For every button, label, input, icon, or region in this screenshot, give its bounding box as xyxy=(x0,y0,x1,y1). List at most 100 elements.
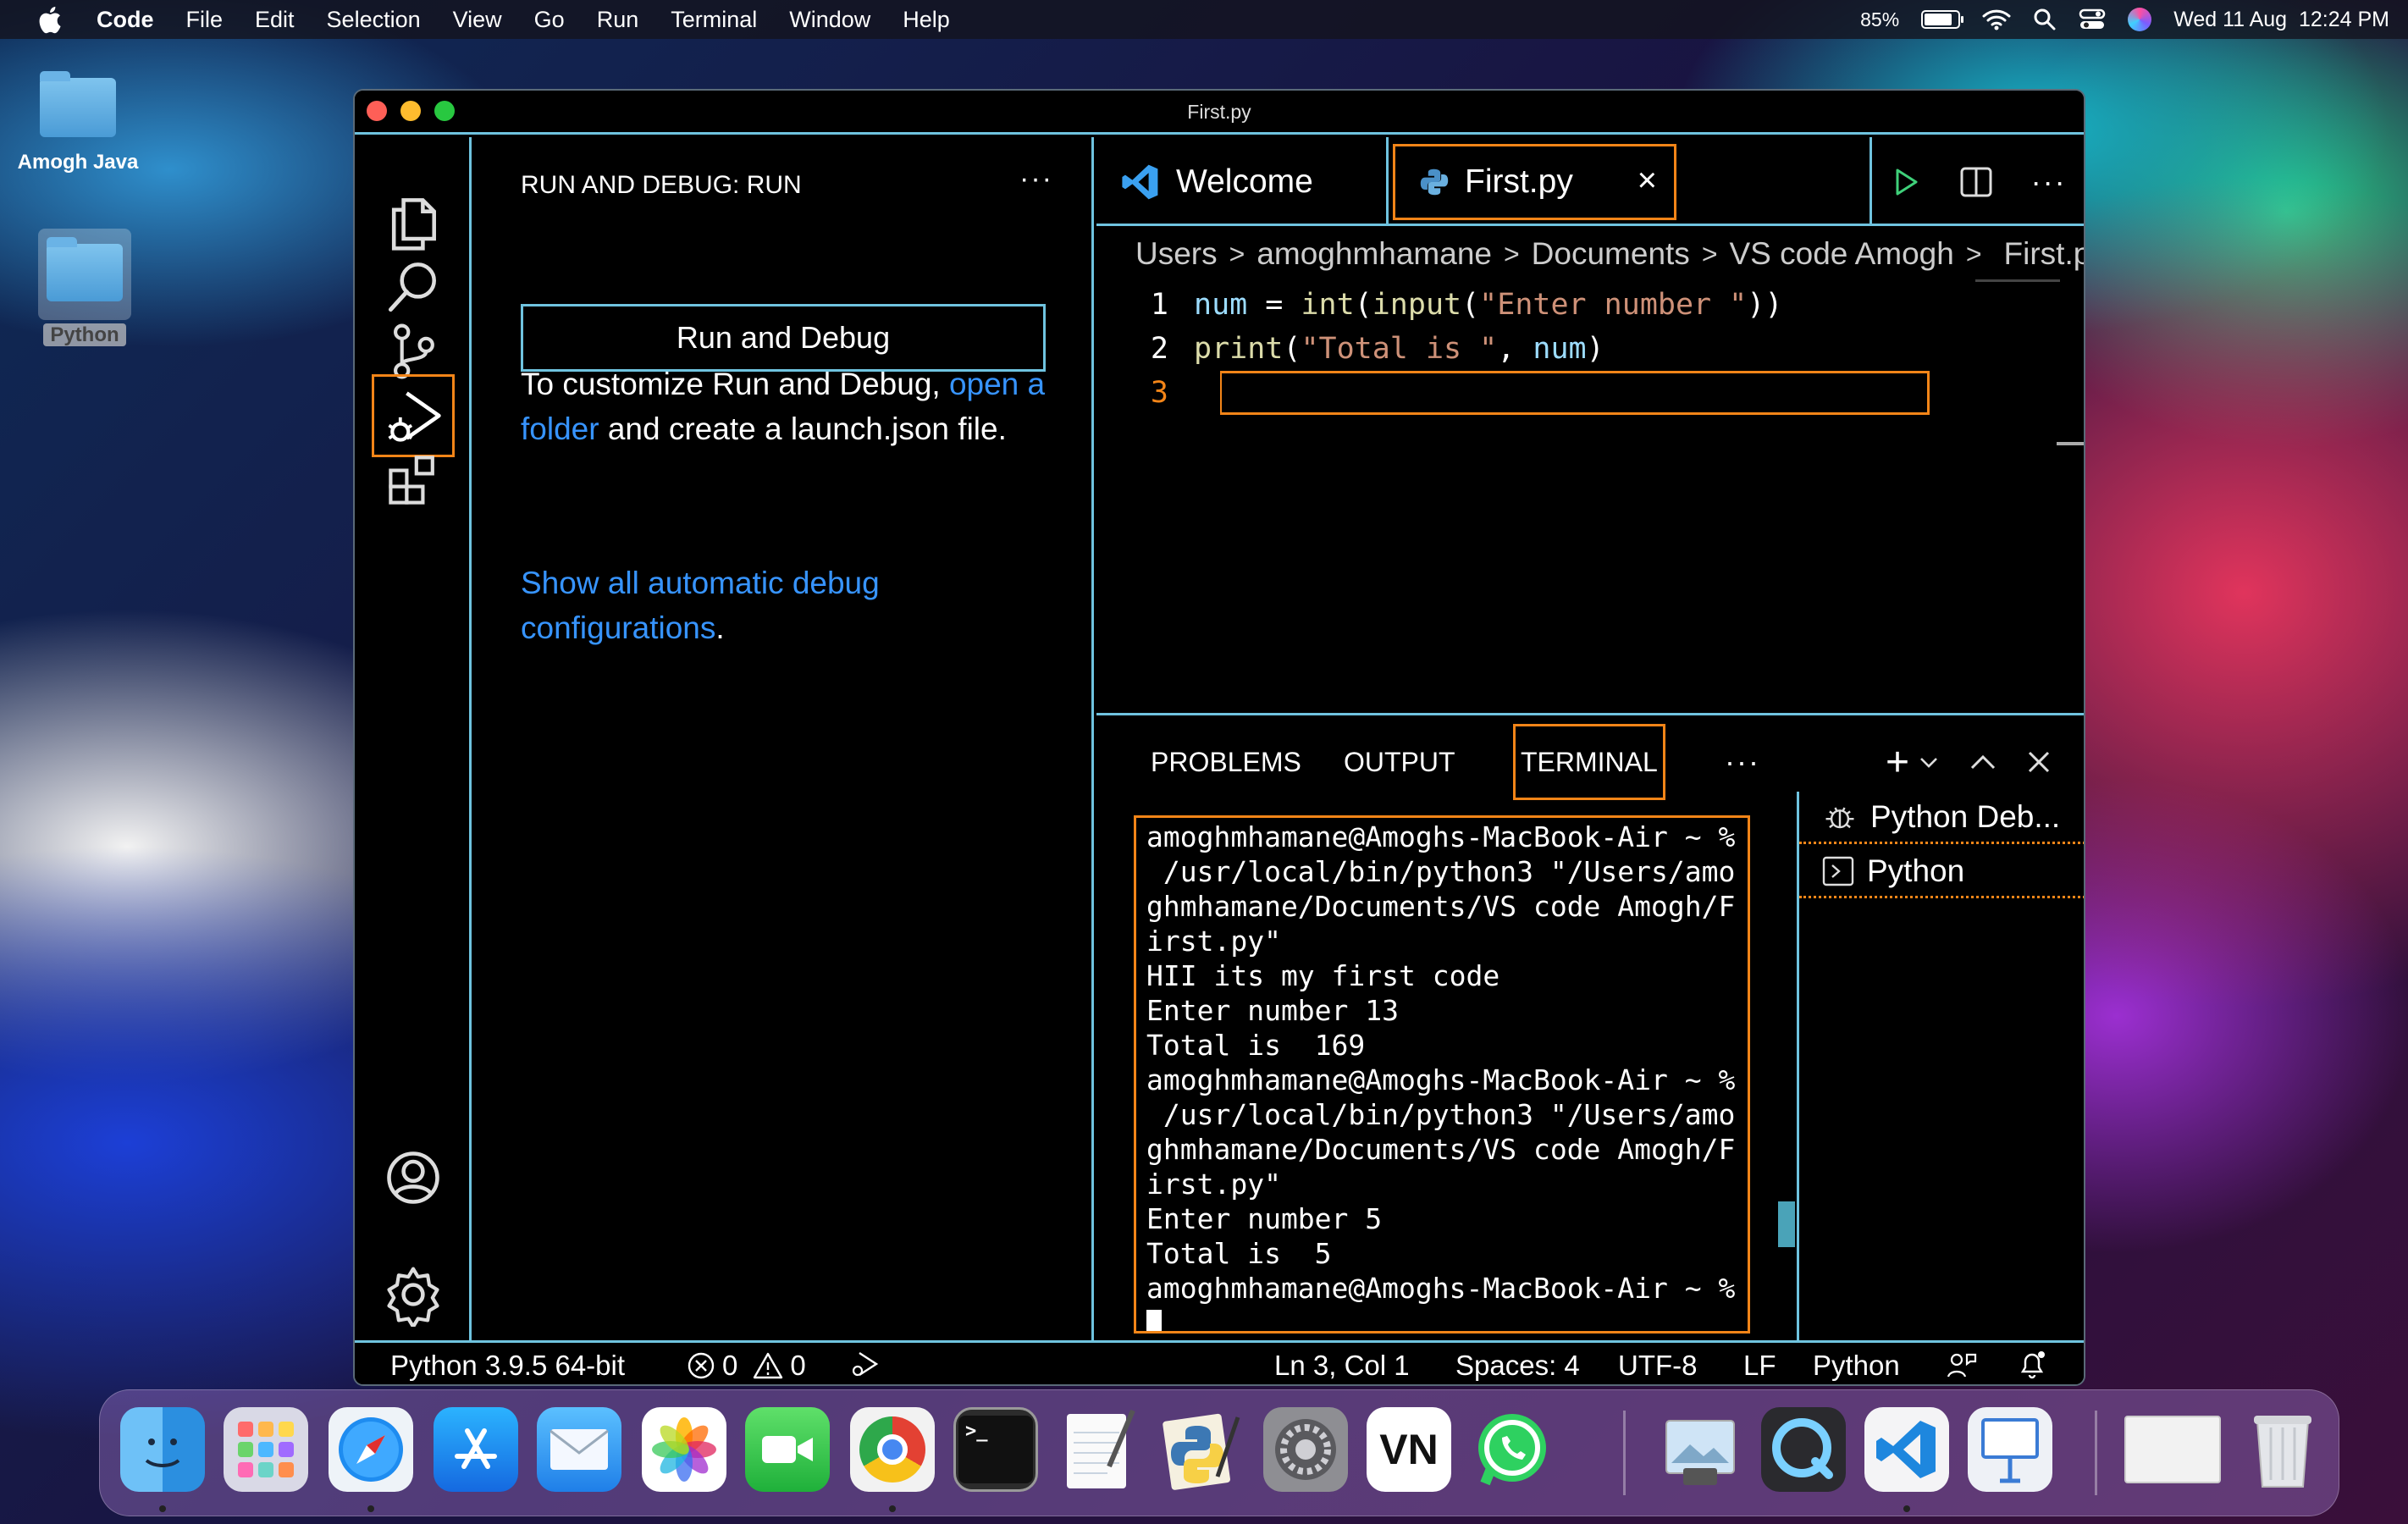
dock-vn-editor[interactable]: VN xyxy=(1367,1407,1451,1492)
dock-trash[interactable] xyxy=(2240,1407,2325,1492)
close-tab-icon[interactable]: × xyxy=(1638,162,1657,200)
sidebar-title: RUN AND DEBUG: RUN xyxy=(521,171,802,199)
language-mode-status[interactable]: Python xyxy=(1813,1350,1900,1382)
menu-edit[interactable]: Edit xyxy=(255,7,295,33)
python-interpreter-status[interactable]: Python 3.9.5 64-bit xyxy=(390,1350,625,1382)
tab-terminal[interactable]: TERMINAL xyxy=(1513,724,1665,800)
dock-safari[interactable] xyxy=(329,1407,413,1492)
apple-icon[interactable] xyxy=(36,4,63,35)
menu-app-name[interactable]: Code xyxy=(97,7,154,33)
mail-icon xyxy=(550,1429,609,1470)
terminal-instance-python-debug[interactable]: Python Deb... xyxy=(1799,792,2084,844)
breadcrumb: Users > amoghmhamane > Documents > VS code … xyxy=(1096,229,2084,279)
minimap[interactable] xyxy=(1975,279,2060,286)
breadcrumb-item[interactable]: First.py xyxy=(2004,236,2084,272)
menu-window[interactable]: Window xyxy=(789,7,870,33)
menu-run[interactable]: Run xyxy=(597,7,639,33)
cursor-position-status[interactable]: Ln 3, Col 1 xyxy=(1274,1350,1410,1382)
sidebar-more-actions[interactable]: ··· xyxy=(1019,163,1053,196)
close-panel-icon[interactable] xyxy=(2026,749,2052,775)
encoding-status[interactable]: UTF-8 xyxy=(1618,1350,1698,1382)
desktop-icon-label: Python xyxy=(43,323,126,346)
desktop-folder-python[interactable]: Python xyxy=(25,229,144,347)
editor-tabs: Welcome First.py × ··· xyxy=(1096,137,2084,226)
menu-go[interactable]: Go xyxy=(534,7,565,33)
menu-clock[interactable]: Wed 11 Aug 12:24 PM xyxy=(2173,8,2389,32)
dock-facetime[interactable] xyxy=(745,1407,830,1492)
dock-launchpad[interactable] xyxy=(224,1407,308,1492)
battery-percent[interactable]: 85% xyxy=(1860,8,1899,31)
dock-terminal[interactable]: >_ xyxy=(953,1407,1038,1492)
breadcrumb-item[interactable]: amoghmhamane xyxy=(1256,236,1492,272)
terminal-output[interactable]: amoghmhamane@Amoghs-MacBook-Air ~ % /usr… xyxy=(1134,815,1750,1334)
dock-app-store[interactable] xyxy=(434,1407,518,1492)
dock-photos[interactable] xyxy=(642,1407,726,1492)
terminal-scrollbar[interactable] xyxy=(1778,1201,1795,1247)
desktop-folder-amogh-java[interactable]: Amogh Java xyxy=(10,71,146,174)
split-editor-icon[interactable] xyxy=(1959,165,1993,199)
chevron-down-icon[interactable] xyxy=(1918,754,1940,770)
menu-help[interactable]: Help xyxy=(903,7,950,33)
run-python-file-icon[interactable] xyxy=(1891,167,1921,197)
menu-terminal[interactable]: Terminal xyxy=(671,7,757,33)
dock-whatsapp[interactable] xyxy=(1470,1407,1555,1492)
status-bar: Python 3.9.5 64-bit 0 0 Ln 3, Col 1 Spac… xyxy=(355,1340,2084,1384)
dock-keynote[interactable] xyxy=(1968,1407,2052,1492)
siri-icon[interactable] xyxy=(2128,8,2152,31)
breadcrumb-item[interactable]: Users xyxy=(1135,236,1218,272)
vscode-logo-icon xyxy=(1876,1421,1936,1478)
tab-problems[interactable]: PROBLEMS xyxy=(1146,724,1306,800)
control-center-icon[interactable] xyxy=(2079,8,2106,31)
eol-status[interactable]: LF xyxy=(1743,1350,1776,1382)
dock-chrome[interactable] xyxy=(850,1407,935,1492)
maximize-panel-icon[interactable] xyxy=(1969,751,1997,773)
tab-first-py[interactable]: First.py × xyxy=(1393,144,1676,220)
menu-view[interactable]: View xyxy=(453,7,502,33)
menu-selection[interactable]: Selection xyxy=(327,7,421,33)
menu-file[interactable]: File xyxy=(186,7,224,33)
dock-python-launcher[interactable] xyxy=(1160,1407,1245,1492)
feedback-icon[interactable] xyxy=(1945,1350,1979,1380)
panel-actions: + xyxy=(1886,732,2052,792)
show-debug-configurations-link[interactable]: Show all automatic debug configurations xyxy=(521,566,880,645)
notifications-bell-icon[interactable] xyxy=(2016,1348,2050,1380)
panel-more-actions[interactable]: ··· xyxy=(1720,724,1765,800)
line-number: 1 xyxy=(1150,288,1168,322)
dock-screenshot-preview[interactable] xyxy=(2122,1407,2223,1492)
code-line[interactable]: 2 print("Total is ", num) xyxy=(1096,327,1994,371)
dock-separator xyxy=(2095,1411,2097,1495)
wifi-icon[interactable] xyxy=(1982,8,2011,30)
problems-status[interactable]: 0 0 xyxy=(687,1350,806,1382)
dock-system-preferences[interactable] xyxy=(1263,1407,1348,1492)
dock-quicktime[interactable] xyxy=(1761,1407,1846,1492)
debug-status-icon[interactable] xyxy=(848,1350,881,1380)
quicktime-icon xyxy=(1772,1418,1833,1479)
indentation-status[interactable]: Spaces: 4 xyxy=(1455,1350,1580,1382)
tab-output[interactable]: OUTPUT xyxy=(1339,724,1461,800)
breadcrumb-item[interactable]: VS code Amogh xyxy=(1730,236,1954,272)
dock-textedit[interactable] xyxy=(1057,1407,1141,1492)
desktop-icon-label: Amogh Java xyxy=(17,151,139,174)
terminal-instance-label: Python Deb... xyxy=(1870,798,2061,834)
dock-finder[interactable] xyxy=(120,1407,205,1492)
more-actions-icon[interactable]: ··· xyxy=(2031,164,2067,200)
terminal-instance-python[interactable]: Python xyxy=(1799,846,2084,898)
running-indicator xyxy=(367,1505,374,1512)
extensions-icon xyxy=(389,456,434,505)
code-line[interactable]: 1 num = int(input("Enter number ")) xyxy=(1096,283,1994,327)
activity-accounts[interactable] xyxy=(372,1136,455,1219)
tab-welcome[interactable]: Welcome xyxy=(1096,137,1389,226)
terminal-line: HII its my first code xyxy=(1146,959,1500,992)
dock-vscode[interactable] xyxy=(1864,1407,1949,1492)
scrollbar-marker[interactable] xyxy=(2057,442,2084,445)
new-terminal-icon[interactable]: + xyxy=(1886,739,1909,786)
running-indicator xyxy=(889,1505,896,1512)
activity-manage[interactable] xyxy=(372,1253,455,1336)
dock-mail[interactable] xyxy=(537,1407,621,1492)
activity-extensions[interactable] xyxy=(372,439,455,522)
line-number: 2 xyxy=(1150,332,1168,366)
spotlight-search-icon[interactable] xyxy=(2033,8,2057,31)
dock-preview[interactable] xyxy=(1658,1407,1742,1492)
battery-icon[interactable] xyxy=(1921,10,1964,29)
breadcrumb-item[interactable]: Documents xyxy=(1532,236,1690,272)
